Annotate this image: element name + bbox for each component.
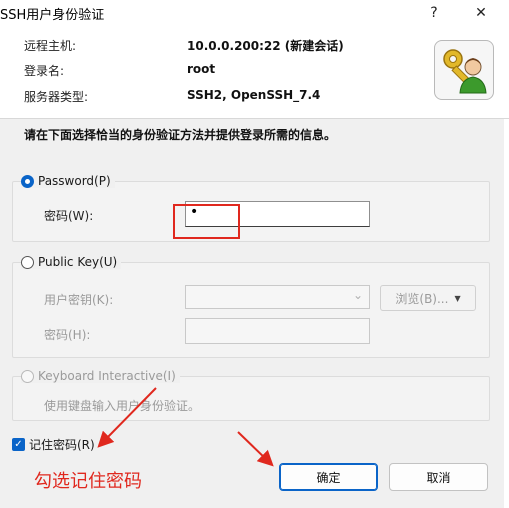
user-key-select: ⌄ bbox=[185, 285, 370, 309]
password-input[interactable]: • bbox=[185, 201, 370, 227]
password-radio[interactable] bbox=[21, 174, 34, 188]
public-key-radio-row[interactable]: Public Key(U) bbox=[21, 255, 122, 269]
browse-button-label: 浏览(B)... bbox=[395, 291, 449, 306]
ok-button[interactable]: 确定 bbox=[279, 463, 378, 491]
login-label: 登录名: bbox=[24, 64, 65, 78]
password-radio-label: Password(P) bbox=[38, 174, 111, 188]
instruction-text: 请在下面选择恰当的身份验证方法并提供登录所需的信息。 bbox=[24, 128, 337, 142]
remember-password-label: 记住密码(R) bbox=[29, 438, 95, 452]
password-label: 密码(W): bbox=[44, 209, 94, 223]
help-button[interactable]: ? bbox=[415, 0, 453, 26]
cancel-button[interactable]: 取消 bbox=[389, 463, 488, 491]
cancel-button-label: 取消 bbox=[426, 470, 451, 485]
host-label: 远程主机: bbox=[24, 39, 77, 53]
close-button[interactable]: ✕ bbox=[462, 0, 500, 26]
user-key-label: 用户密钥(K): bbox=[44, 293, 114, 307]
annotation-note: 勾选记住密码 bbox=[34, 471, 142, 492]
host-value: 10.0.0.200:22 (新建会话) bbox=[187, 39, 344, 53]
password-input-value: • bbox=[190, 204, 199, 220]
passphrase-label: 密码(H): bbox=[44, 328, 91, 342]
user-key-icon bbox=[434, 40, 494, 100]
ok-button-label: 确定 bbox=[316, 470, 341, 485]
server-type-value: SSH2, OpenSSH_7.4 bbox=[187, 88, 321, 102]
public-key-radio-label: Public Key(U) bbox=[38, 255, 118, 269]
keyboard-radio bbox=[21, 369, 34, 383]
login-value: root bbox=[187, 62, 216, 76]
keyboard-description: 使用键盘输入用户身份验证。 bbox=[44, 399, 201, 413]
keyboard-radio-row: Keyboard Interactive(I) bbox=[21, 369, 180, 383]
keyboard-radio-label: Keyboard Interactive(I) bbox=[38, 369, 176, 383]
dropdown-arrow-icon: ▼ bbox=[454, 293, 461, 303]
public-key-radio[interactable] bbox=[21, 255, 34, 269]
browse-button: 浏览(B)... ▼ bbox=[380, 285, 476, 311]
passphrase-input bbox=[185, 318, 370, 344]
password-radio-row[interactable]: Password(P) bbox=[21, 174, 115, 188]
remember-password-checkbox[interactable]: ✓ bbox=[12, 438, 25, 451]
server-type-label: 服务器类型: bbox=[24, 90, 89, 104]
remember-password-row[interactable]: ✓ 记住密码(R) bbox=[12, 436, 95, 453]
window-title: SSH用户身份验证 bbox=[0, 8, 105, 23]
chevron-down-icon: ⌄ bbox=[352, 288, 363, 302]
